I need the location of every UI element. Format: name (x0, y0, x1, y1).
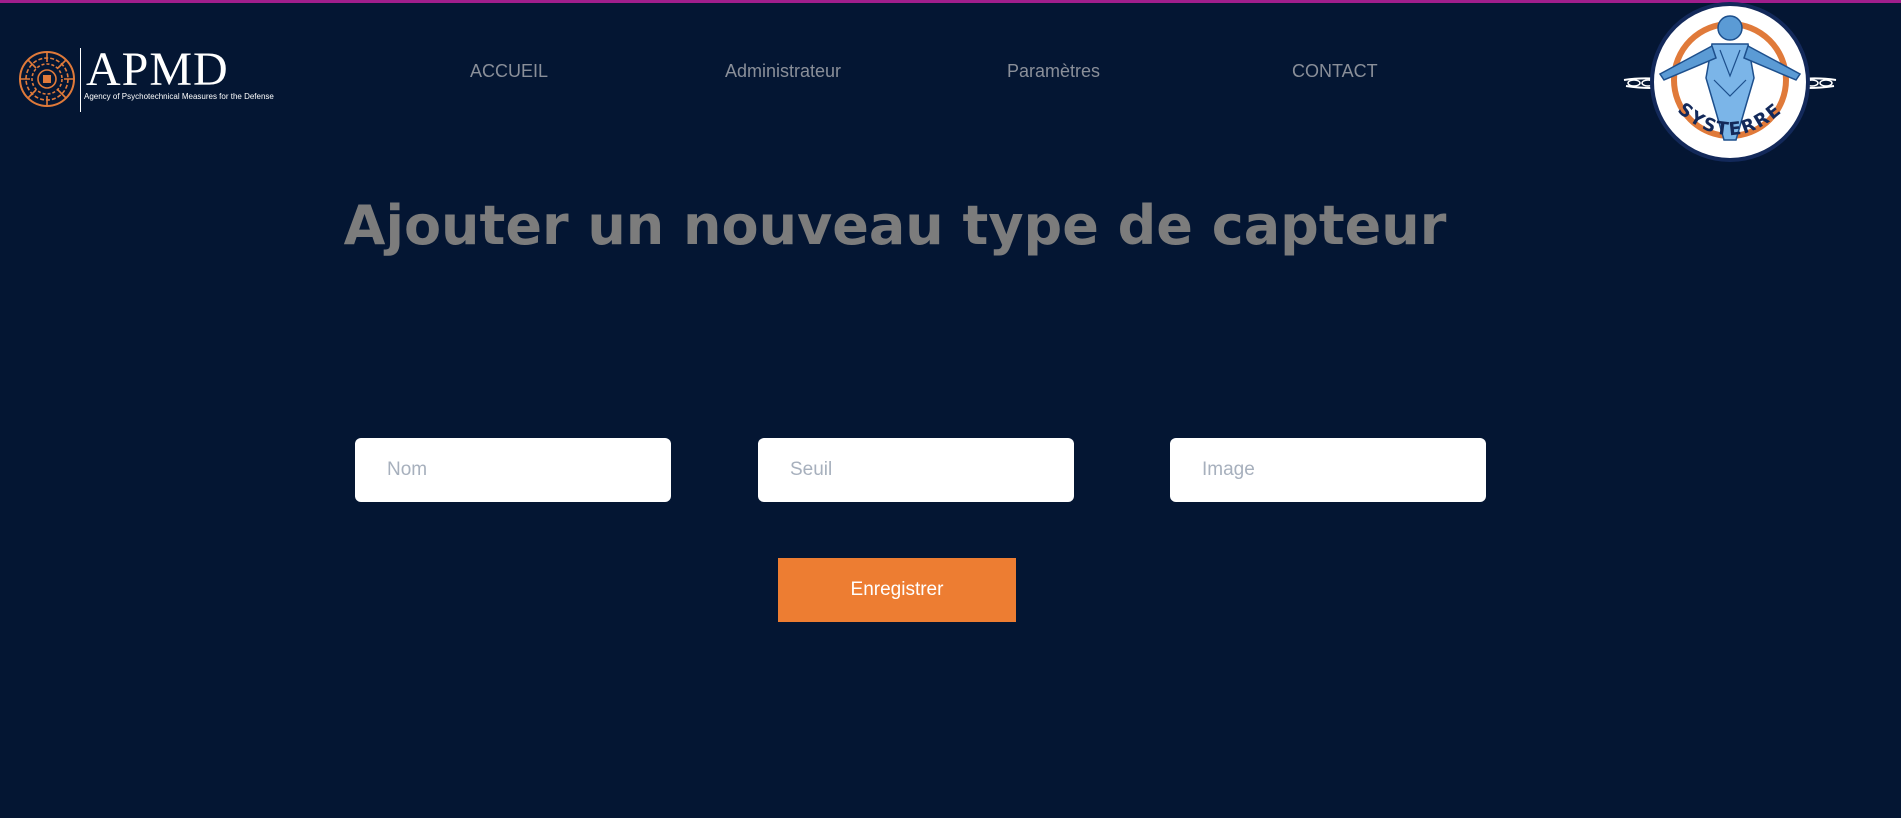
page-title: Ajouter un nouveau type de capteur (343, 194, 1447, 257)
fingerprint-circuit-icon (19, 51, 75, 107)
nav-item-administrateur[interactable]: Administrateur (725, 58, 841, 84)
top-accent-line (0, 0, 1901, 3)
nom-input[interactable] (355, 438, 671, 502)
save-button[interactable]: Enregistrer (778, 558, 1016, 622)
brand-divider (80, 48, 81, 112)
nav-item-contact[interactable]: CONTACT (1292, 58, 1378, 84)
nav-item-accueil[interactable]: ACCUEIL (470, 58, 548, 84)
systerre-emblem-logo[interactable]: SYSTERRE (1620, 0, 1840, 165)
brand-name: APMD (86, 43, 229, 96)
image-input[interactable] (1170, 438, 1486, 502)
nav-item-parametres[interactable]: Paramètres (1007, 58, 1100, 84)
seuil-input[interactable] (758, 438, 1074, 502)
brand-tagline: Agency of Psychotechnical Measures for t… (84, 92, 274, 101)
brand-logo[interactable]: APMD Agency of Psychotechnical Measures … (18, 43, 318, 116)
